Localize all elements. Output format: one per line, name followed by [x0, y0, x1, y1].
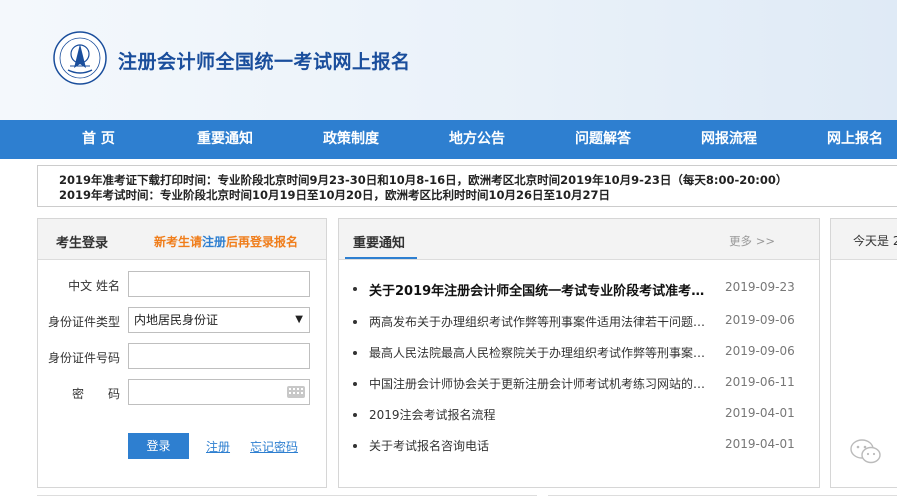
news-item-title[interactable]: 关于考试报名咨询电话	[369, 437, 713, 454]
notice-line-1: 2019年准考证下载打印时间：专业阶段北京时间9月23-30日和10月8-16日…	[59, 173, 788, 187]
news-item-title[interactable]: 中国注册会计师协会关于更新注册会计师考试机考练习网站的公告	[369, 375, 713, 392]
idno-field[interactable]	[128, 343, 310, 369]
idno-label: 身份证件号码	[47, 351, 120, 365]
hint-prefix: 新考生请	[154, 235, 203, 249]
more-link[interactable]: 更多 >>	[729, 233, 775, 249]
bullet-icon	[353, 444, 357, 448]
today-panel: 今天是 2	[830, 218, 897, 488]
news-item[interactable]: 关于2019年注册会计师全国统一考试专业阶段考试准考证下载打印的通知 2019-…	[353, 280, 813, 300]
bullet-icon	[353, 287, 357, 291]
cicpa-logo-icon	[53, 31, 107, 85]
site-title: 注册会计师全国统一考试网上报名	[118, 51, 411, 73]
nav-item-online-registration[interactable]: 网上报名	[827, 120, 883, 159]
nav-item-policies[interactable]: 政策制度	[323, 120, 379, 159]
dropdown-arrow-icon: ▼	[295, 314, 303, 325]
news-item-date: 2019-04-01	[725, 437, 795, 451]
wechat-icon[interactable]	[849, 437, 883, 467]
news-item-date: 2019-09-23	[725, 280, 795, 294]
notice-line-2: 2019年考试时间：专业阶段北京时间10月19日至10月20日，欧洲考区比利时时…	[59, 188, 611, 202]
new-candidate-hint: 新考生请注册后再登录报名	[154, 233, 298, 250]
news-item-date: 2019-09-06	[725, 344, 795, 358]
idtype-select[interactable]: 内地居民身份证 ▼	[128, 307, 310, 333]
hint-suffix: 后再登录报名	[226, 235, 299, 249]
news-item[interactable]: 中国注册会计师协会关于更新注册会计师考试机考练习网站的公告 2019-06-11	[353, 375, 813, 395]
bullet-icon	[353, 382, 357, 386]
name-field[interactable]	[128, 271, 310, 297]
hint-register-link[interactable]: 注册	[202, 235, 226, 249]
news-panel: 重要通知 更多 >> 关于2019年注册会计师全国统一考试专业阶段考试准考证下载…	[338, 218, 820, 488]
nav-item-home[interactable]: 首 页	[82, 120, 115, 159]
login-title: 考生登录	[56, 236, 109, 251]
idtype-label: 身份证件类型	[47, 315, 120, 329]
news-panel-header: 重要通知 更多 >>	[339, 219, 819, 260]
password-field[interactable]	[128, 379, 310, 405]
login-button[interactable]: 登录	[128, 433, 189, 459]
nav-item-notices[interactable]: 重要通知	[197, 120, 253, 159]
bottom-panel-edge	[548, 495, 897, 501]
name-label: 中文 姓名	[68, 279, 120, 293]
nav-item-faq[interactable]: 问题解答	[575, 120, 631, 159]
bullet-icon	[353, 413, 357, 417]
register-link[interactable]: 注册	[206, 438, 230, 455]
nav-item-process[interactable]: 网报流程	[701, 120, 757, 159]
news-item-title[interactable]: 关于2019年注册会计师全国统一考试专业阶段考试准考证下载打印的通知	[369, 280, 713, 299]
notice-banner: 2019年准考证下载打印时间：专业阶段北京时间9月23-30日和10月8-16日…	[37, 165, 897, 207]
login-panel: 考生登录 新考生请注册后再登录报名 中文 姓名 身份证件类型 内地居民身份证 ▼…	[37, 218, 327, 488]
news-item[interactable]: 两高发布关于办理组织考试作弊等刑事案件适用法律若干问题的解释 2019-09-0…	[353, 313, 813, 333]
news-item-title[interactable]: 2019注会考试报名流程	[369, 406, 713, 423]
news-item[interactable]: 最高人民法院最高人民检察院关于办理组织考试作弊等刑事案件适用法律若干问题的解释 …	[353, 344, 813, 364]
news-item-date: 2019-04-01	[725, 406, 795, 420]
keyboard-icon[interactable]	[287, 386, 305, 398]
nav-item-local-announcements[interactable]: 地方公告	[449, 120, 505, 159]
news-item-date: 2019-06-11	[725, 375, 795, 389]
today-panel-header: 今天是 2	[831, 219, 897, 260]
forgot-password-link[interactable]: 忘记密码	[250, 438, 298, 455]
news-title: 重要通知	[353, 236, 406, 251]
password-label: 密 码	[71, 387, 120, 401]
news-item[interactable]: 2019注会考试报名流程 2019-04-01	[353, 406, 813, 426]
today-label: 今天是 2	[853, 234, 897, 248]
main-nav: 首 页 重要通知 政策制度 地方公告 问题解答 网报流程 网上报名	[0, 120, 897, 159]
bullet-icon	[353, 351, 357, 355]
idtype-selected-value: 内地居民身份证	[134, 313, 219, 327]
news-title-underline	[345, 257, 417, 259]
login-panel-header: 考生登录 新考生请注册后再登录报名	[38, 219, 326, 260]
news-item-date: 2019-09-06	[725, 313, 795, 327]
news-item-title[interactable]: 最高人民法院最高人民检察院关于办理组织考试作弊等刑事案件适用法律若干问题的解释	[369, 344, 713, 361]
site-header: 注册会计师全国统一考试网上报名	[0, 0, 897, 120]
news-item[interactable]: 关于考试报名咨询电话 2019-04-01	[353, 437, 813, 457]
bottom-panel-edge	[37, 495, 537, 501]
news-item-title[interactable]: 两高发布关于办理组织考试作弊等刑事案件适用法律若干问题的解释	[369, 313, 713, 330]
bullet-icon	[353, 320, 357, 324]
